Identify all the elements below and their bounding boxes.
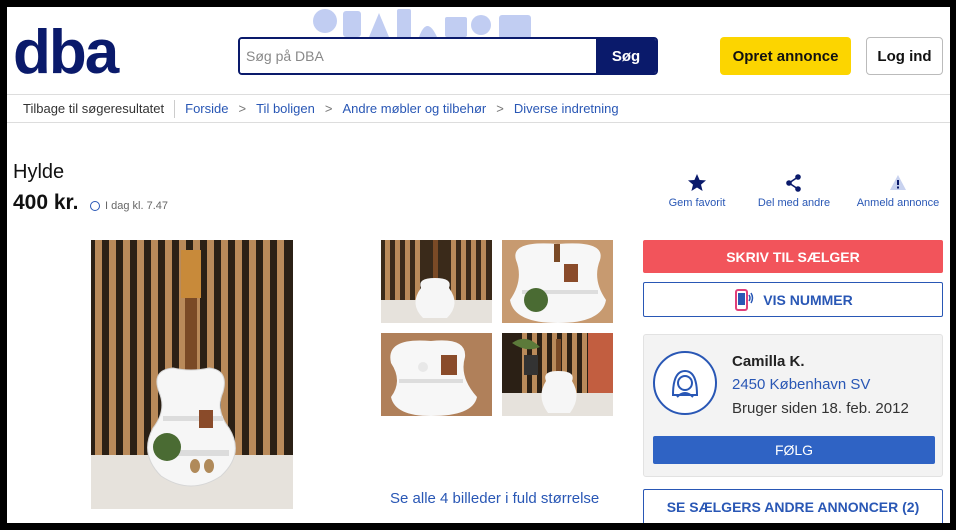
search-button[interactable]: Søg xyxy=(596,39,656,73)
breadcrumb-item-forside[interactable]: Forside xyxy=(175,101,228,116)
dba-logo[interactable]: dba xyxy=(13,18,143,87)
show-number-label: VIS NUMMER xyxy=(763,291,853,308)
breadcrumb-separator-icon: > xyxy=(238,101,247,116)
create-listing-button[interactable]: Opret annonce xyxy=(720,37,851,75)
save-favorite-label: Gem favorit xyxy=(668,197,726,209)
back-to-results-link[interactable]: Tilbage til søgeresultatet xyxy=(7,99,176,118)
listing-price: 400 kr. xyxy=(13,191,79,214)
phone-icon xyxy=(735,288,754,311)
share-label: Del med andre xyxy=(757,197,831,209)
thumbnail-image-1[interactable] xyxy=(381,240,492,323)
message-seller-button[interactable]: SKRIV TIL SÆLGER xyxy=(643,240,943,273)
thumbnail-image-4[interactable] xyxy=(502,333,613,416)
show-number-button[interactable]: VIS NUMMER xyxy=(643,282,943,317)
main-listing-image[interactable] xyxy=(91,240,293,509)
seller-name: Camilla K. xyxy=(732,353,805,370)
thumbnail-image-2[interactable] xyxy=(502,240,613,323)
star-icon xyxy=(688,174,706,191)
posted-time-label: I dag kl. 7.47 xyxy=(105,200,168,212)
breadcrumb-item-andre-mobler[interactable]: Andre møbler og tilbehør xyxy=(332,101,486,116)
warning-icon xyxy=(890,175,906,190)
login-button[interactable]: Log ind xyxy=(866,37,943,75)
report-listing-label: Anmeld annonce xyxy=(856,197,940,209)
user-avatar-icon xyxy=(671,369,699,398)
posted-time: I dag kl. 7.47 xyxy=(90,200,168,212)
breadcrumb-item-diverse-indretning[interactable]: Diverse indretning xyxy=(504,101,619,116)
share-button[interactable]: Del med andre xyxy=(755,173,833,209)
breadcrumb-item-til-boligen[interactable]: Til boligen xyxy=(246,101,315,116)
see-all-images-link[interactable]: Se alle 4 billeder i fuld størrelse xyxy=(390,490,599,507)
seller-member-since: Bruger siden 18. feb. 2012 xyxy=(732,400,909,417)
thumbnail-photo xyxy=(381,333,492,416)
thumbnail-photo xyxy=(381,240,492,323)
save-favorite-button[interactable]: Gem favorit xyxy=(667,173,727,209)
avatar xyxy=(653,351,717,415)
thumbnail-image-3[interactable] xyxy=(381,333,492,416)
breadcrumb-separator-icon: > xyxy=(496,101,504,116)
breadcrumb: Tilbage til søgeresultatet Forside > Til… xyxy=(7,94,950,123)
listing-title: Hylde xyxy=(13,161,65,183)
browser-page: dba Søg Opret annonce Log ind Tilbage ti… xyxy=(7,7,950,523)
breadcrumb-separator-icon: > xyxy=(324,101,333,116)
search-input[interactable] xyxy=(240,39,596,73)
seller-card: Camilla K. 2450 København SV Bruger side… xyxy=(643,334,943,477)
seller-other-ads-button[interactable]: SE SÆLGERS ANDRE ANNONCER (2) xyxy=(643,489,943,523)
seller-location-link[interactable]: 2450 København SV xyxy=(732,376,870,393)
site-header: dba Søg Opret annonce Log ind xyxy=(7,7,950,94)
thumbnail-photo xyxy=(502,333,613,416)
guitar-shelf-photo xyxy=(91,240,293,509)
follow-button[interactable]: FØLG xyxy=(653,436,935,464)
search-bar: Søg xyxy=(238,37,658,75)
report-listing-button[interactable]: Anmeld annonce xyxy=(851,173,945,209)
clock-icon xyxy=(90,201,100,211)
thumbnail-photo xyxy=(502,240,613,323)
logo-text: dba xyxy=(13,25,120,77)
share-icon xyxy=(786,174,801,192)
logo-wordmark: dba xyxy=(13,18,122,87)
category-illustration xyxy=(313,9,531,39)
